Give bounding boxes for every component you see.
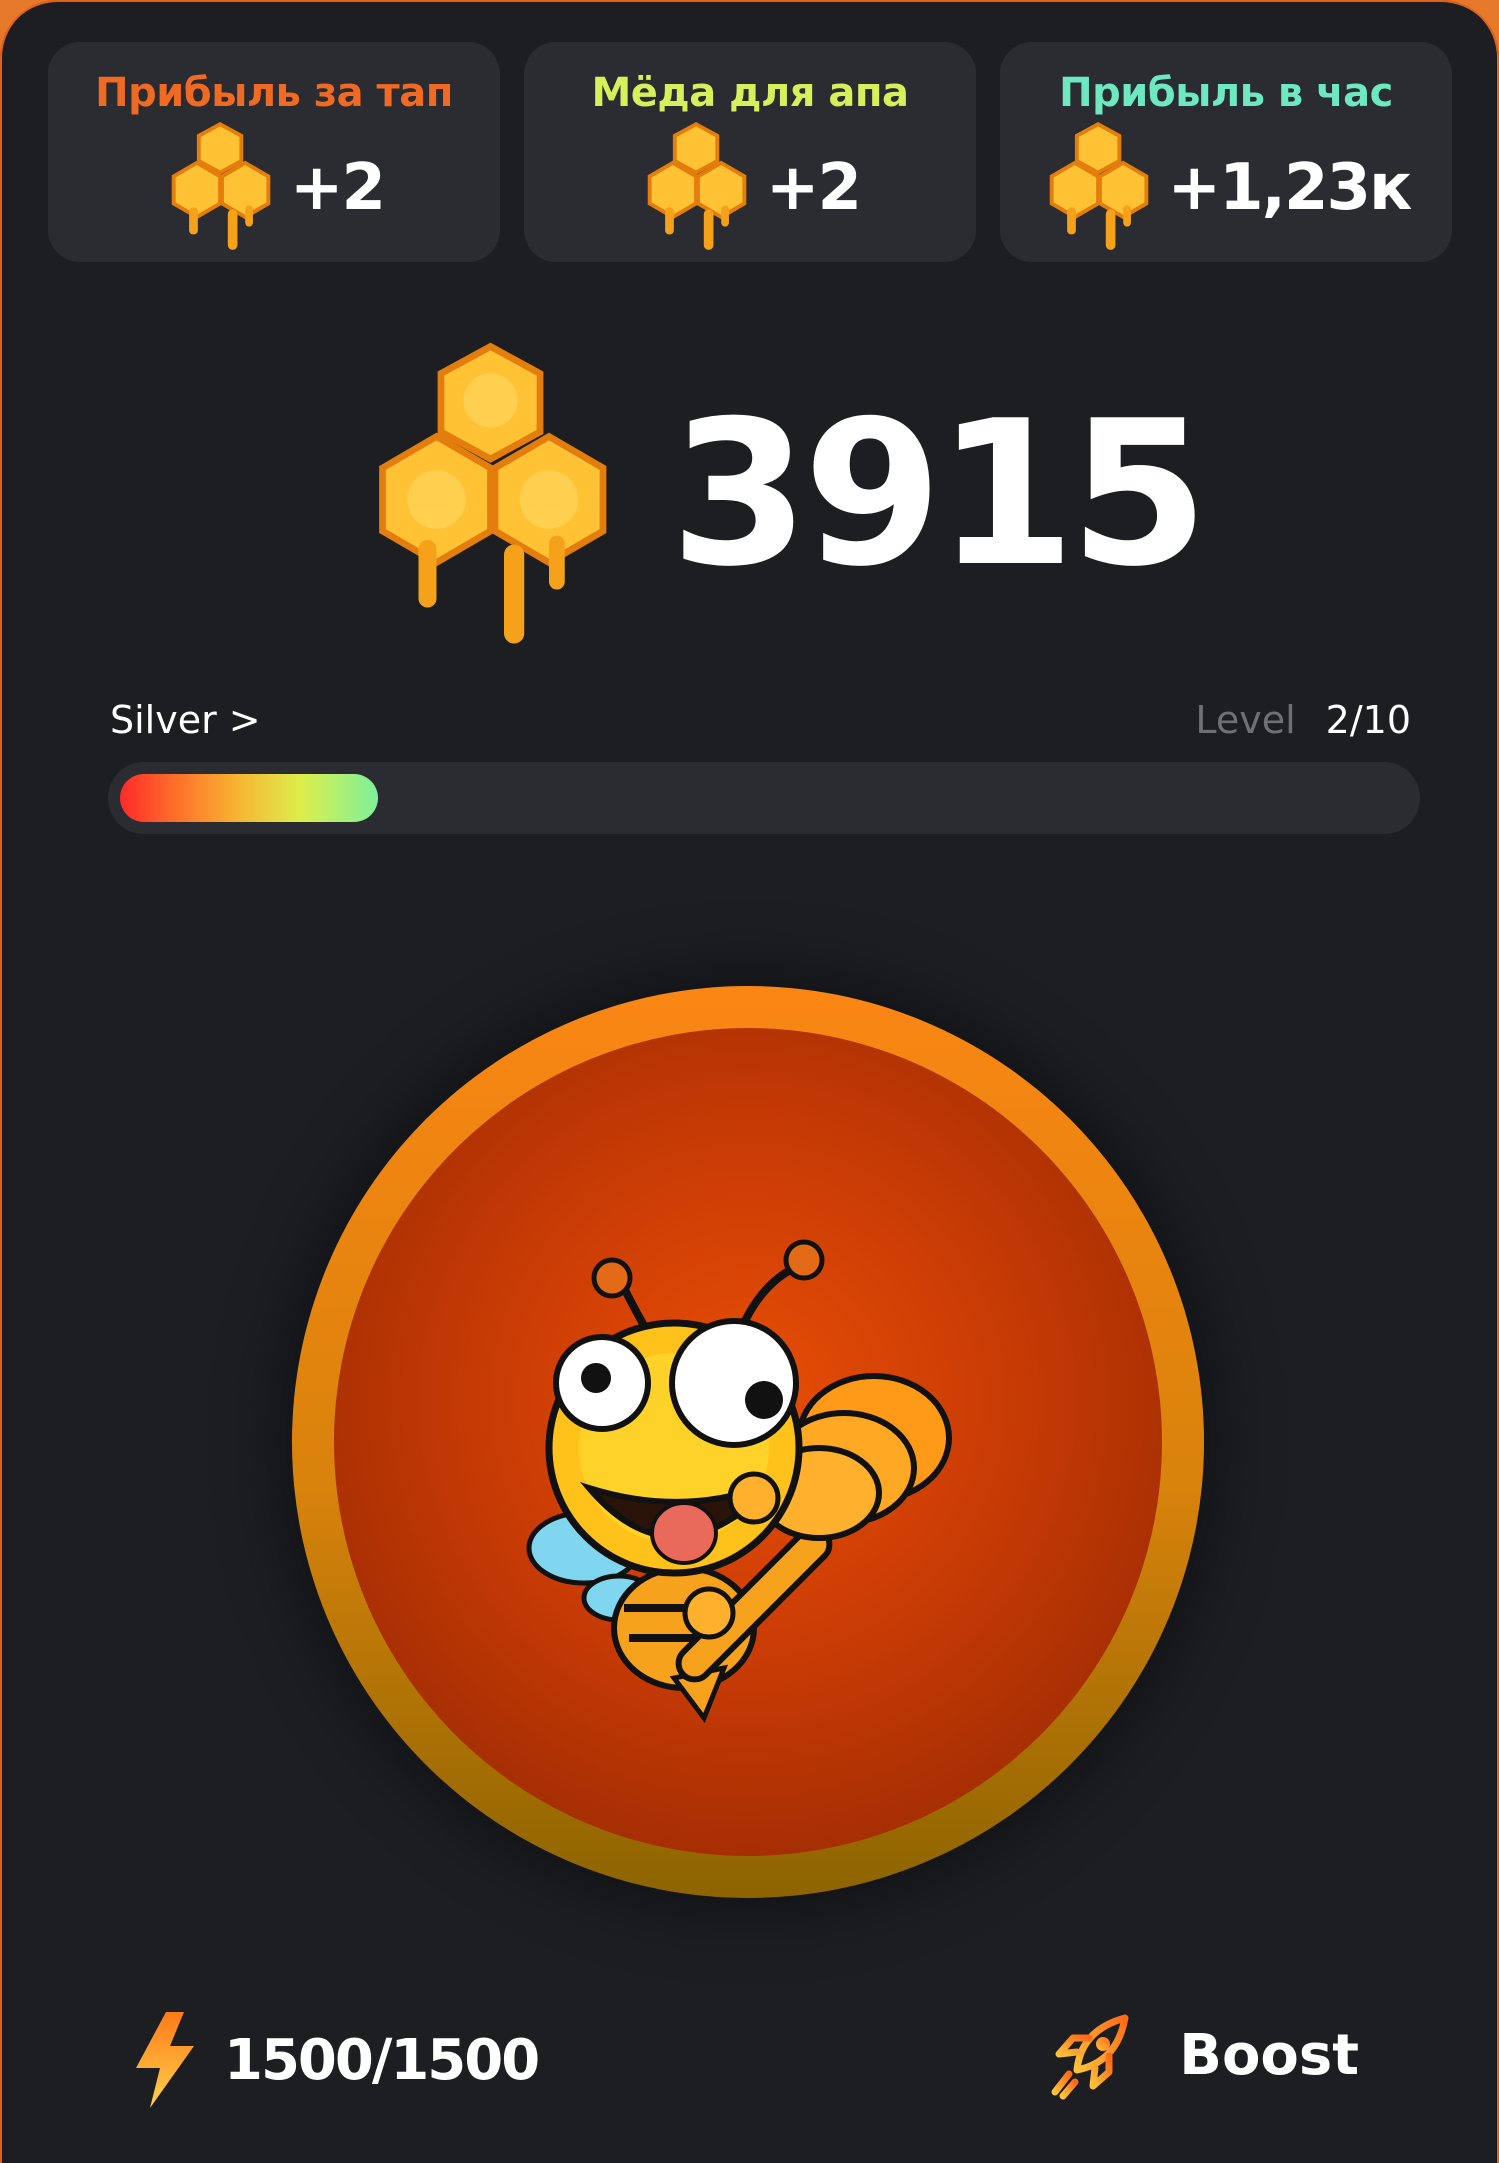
honeycomb-icon [647, 121, 747, 250]
tap-button[interactable] [292, 986, 1204, 1898]
stat-value: +1,23к [1167, 151, 1413, 225]
stat-card-hourly-profit: Прибыль в час +1,23к [1000, 42, 1452, 262]
rocket-icon [1051, 2014, 1129, 2100]
stat-value: +2 [765, 151, 862, 225]
honeycomb-icon [379, 342, 607, 644]
app-screen: Прибыль за тап +2 Мёда для апа +2 Прибыл… [0, 0, 1499, 2163]
rank-link[interactable]: Silver > [110, 698, 261, 742]
stat-title: Прибыль в час [1059, 70, 1393, 116]
stat-card-tap-profit: Прибыль за тап +2 [48, 42, 500, 262]
level-progress-fill [120, 774, 378, 822]
tap-button-inner [334, 1028, 1162, 1856]
honeycomb-icon [1049, 121, 1148, 250]
energy-value: 1500/1500 [224, 2027, 540, 2093]
stat-title: Мёда для апа [591, 70, 910, 116]
stat-title: Прибыль за тап [95, 70, 453, 116]
level-progress-bar [108, 762, 1420, 834]
level-indicator: Level 2/10 [1195, 698, 1411, 742]
boost-button[interactable]: Boost [1047, 2010, 1359, 2100]
honeycomb-icon [171, 121, 271, 250]
stat-value: +2 [289, 151, 386, 225]
balance: 3915 [360, 335, 1209, 655]
level-label: Level [1195, 698, 1296, 742]
boost-label: Boost [1179, 2022, 1359, 2088]
lightning-icon [136, 2012, 194, 2108]
level-value: 2/10 [1325, 698, 1411, 742]
balance-value: 3915 [670, 378, 1209, 611]
bee-mascot-icon [526, 1239, 952, 1724]
energy-indicator: 1500/1500 [132, 2010, 540, 2110]
stat-card-upgrade-honey: Мёда для апа +2 [524, 42, 976, 262]
